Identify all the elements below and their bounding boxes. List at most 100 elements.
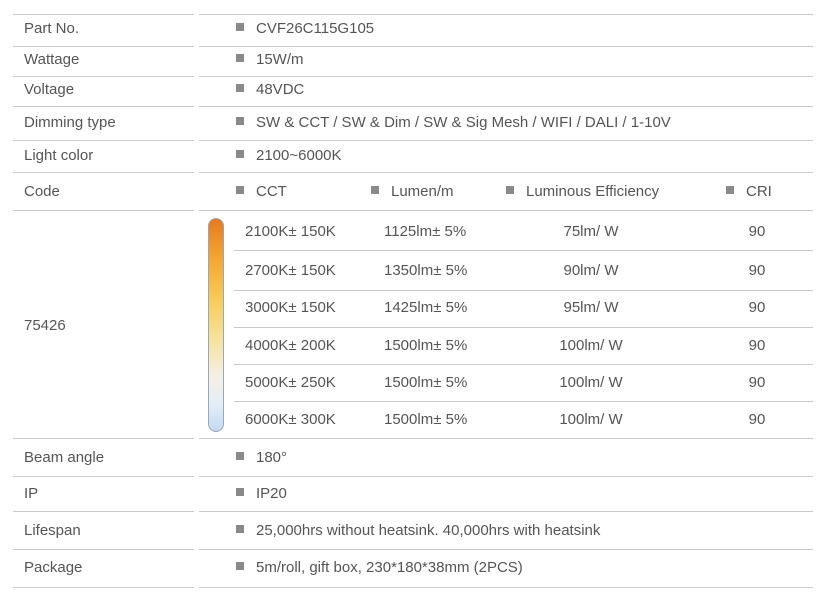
cell-cri: 90 xyxy=(748,411,766,428)
cell-lumen: 1425lm± 5% xyxy=(384,299,468,316)
bullet-square xyxy=(236,23,244,31)
cell-cri: 90 xyxy=(748,374,766,391)
rule xyxy=(199,76,813,77)
cell-lumen: 1500lm± 5% xyxy=(384,374,468,391)
column-header-text: Lumen/m xyxy=(391,183,454,200)
cell-efficiency: 75lm/ W xyxy=(563,223,619,240)
rule xyxy=(199,549,813,550)
color-temperature-gradient-bar xyxy=(208,218,224,432)
rule xyxy=(13,140,194,141)
value-lifespan: 25,000hrs without heatsink. 40,000hrs wi… xyxy=(236,521,600,541)
rule xyxy=(199,587,813,588)
bullet-square xyxy=(726,186,734,194)
rule xyxy=(199,106,813,107)
rule xyxy=(234,290,813,291)
label-code: Code xyxy=(24,183,60,200)
value-text: SW & CCT / SW & Dim / SW & Sig Mesh / WI… xyxy=(256,114,671,131)
label-ip: IP xyxy=(24,485,39,502)
rule xyxy=(13,476,194,477)
value-text: 2100~6000K xyxy=(256,147,342,164)
bullet-square xyxy=(236,452,244,460)
rule xyxy=(199,210,813,211)
cell-lumen: 1500lm± 5% xyxy=(384,337,468,354)
cell-cct: 2100K± 150K xyxy=(245,223,336,240)
column-header-text: CCT xyxy=(256,183,287,200)
cell-efficiency: 100lm/ W xyxy=(559,337,623,354)
bullet-square xyxy=(236,186,244,194)
cell-efficiency: 100lm/ W xyxy=(559,374,623,391)
label-wattage: Wattage xyxy=(24,51,80,68)
value-beam-angle: 180° xyxy=(236,448,287,468)
rule xyxy=(13,587,194,588)
rule xyxy=(234,250,813,251)
bullet-square xyxy=(236,150,244,158)
rule xyxy=(199,14,813,15)
value-text: IP20 xyxy=(256,485,287,502)
cell-cct: 6000K± 300K xyxy=(245,411,336,428)
value-voltage: 48VDC xyxy=(236,80,304,100)
column-header-text: CRI xyxy=(746,183,772,200)
cell-cri: 90 xyxy=(748,337,766,354)
rule xyxy=(234,401,813,402)
value-text: 48VDC xyxy=(256,81,305,98)
bullet-square xyxy=(371,186,379,194)
value-text: 25,000hrs without heatsink. 40,000hrs wi… xyxy=(256,522,601,539)
rule xyxy=(13,172,194,173)
rule xyxy=(199,511,813,512)
bullet-square xyxy=(236,117,244,125)
column-header-cct: CCT xyxy=(236,182,287,202)
rule xyxy=(199,476,813,477)
rule xyxy=(13,14,194,15)
value-wattage: 15W/m xyxy=(236,50,304,70)
rule xyxy=(234,327,813,328)
column-header-text: Luminous Efficiency xyxy=(526,183,660,200)
rule xyxy=(13,210,194,211)
value-package: 5m/roll, gift box, 230*180*38mm (2PCS) xyxy=(236,558,523,578)
label-voltage: Voltage xyxy=(24,81,75,98)
bullet-square xyxy=(236,525,244,533)
rule xyxy=(13,438,194,439)
label-beam-angle: Beam angle xyxy=(24,449,105,466)
rule xyxy=(13,46,194,47)
cell-cct: 5000K± 250K xyxy=(245,374,336,391)
bullet-square xyxy=(506,186,514,194)
bullet-square xyxy=(236,84,244,92)
column-header-lumen: Lumen/m xyxy=(371,182,454,202)
value-text: 15W/m xyxy=(256,51,304,68)
code-value: 75426 xyxy=(24,317,66,334)
cell-cri: 90 xyxy=(748,299,766,316)
cell-cri: 90 xyxy=(748,262,766,279)
value-ip: IP20 xyxy=(236,484,287,504)
value-part-no: CVF26C115G105 xyxy=(236,19,374,39)
cell-lumen: 1125lm± 5% xyxy=(384,223,467,240)
value-text: CVF26C115G105 xyxy=(256,20,375,37)
value-text: 180° xyxy=(256,449,288,466)
rule xyxy=(199,172,813,173)
rule xyxy=(199,140,813,141)
cell-cct: 4000K± 200K xyxy=(245,337,336,354)
cell-efficiency: 95lm/ W xyxy=(563,299,619,316)
cell-cct: 2700K± 150K xyxy=(245,262,336,279)
column-header-cri: CRI xyxy=(726,182,772,202)
label-part-no: Part No. xyxy=(24,20,80,37)
label-lifespan: Lifespan xyxy=(24,522,81,539)
cell-lumen: 1350lm± 5% xyxy=(384,262,468,279)
bullet-square xyxy=(236,562,244,570)
cell-cri: 90 xyxy=(748,223,766,240)
rule xyxy=(13,76,194,77)
cell-efficiency: 90lm/ W xyxy=(563,262,619,279)
cell-efficiency: 100lm/ W xyxy=(559,411,623,428)
rule xyxy=(13,511,194,512)
bullet-square xyxy=(236,488,244,496)
rule xyxy=(234,364,813,365)
rule xyxy=(13,549,194,550)
label-package: Package xyxy=(24,559,83,576)
value-light-color: 2100~6000K xyxy=(236,146,342,166)
value-dimming-type: SW & CCT / SW & Dim / SW & Sig Mesh / WI… xyxy=(236,113,671,133)
rule xyxy=(199,438,813,439)
cell-cct: 3000K± 150K xyxy=(245,299,336,316)
bullet-square xyxy=(236,54,244,62)
rule xyxy=(199,46,813,47)
label-dimming-type: Dimming type xyxy=(24,114,116,131)
cell-lumen: 1500lm± 5% xyxy=(384,411,468,428)
